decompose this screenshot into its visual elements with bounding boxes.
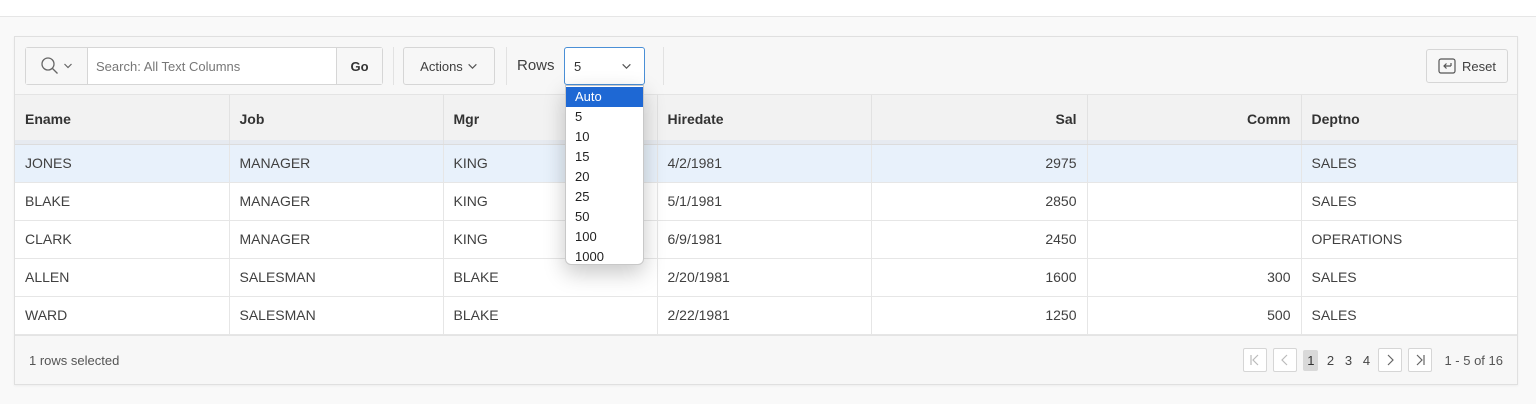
table-row[interactable]: JONES MANAGER KING 4/2/1981 2975 SALES: [15, 144, 1517, 183]
rows-per-page-select[interactable]: 5: [564, 47, 645, 85]
table-row[interactable]: WARD SALESMAN BLAKE 2/22/1981 1250 500 S…: [15, 296, 1517, 335]
cell-comm: [1087, 144, 1302, 183]
cell-job: MANAGER: [229, 182, 444, 221]
reset-button[interactable]: Reset: [1426, 49, 1508, 83]
cell-ename: WARD: [15, 296, 230, 335]
rows-option[interactable]: 1000: [566, 247, 643, 267]
cell-comm: [1087, 182, 1302, 221]
cell-sal: 1250: [871, 296, 1088, 335]
chevron-down-icon: [64, 63, 72, 69]
rows-label: Rows: [517, 57, 555, 74]
pagination: 1 2 3 4 1 - 5 of 16: [1243, 348, 1503, 372]
cell-deptno: SALES: [1301, 144, 1517, 183]
cell-deptno: OPERATIONS: [1301, 220, 1517, 259]
search-column-selector[interactable]: [26, 48, 88, 84]
header-row: Ename Job Mgr Hiredate Sal Comm Deptno: [15, 95, 1517, 145]
report-toolbar: Go Actions Rows 5 Reset: [15, 37, 1517, 95]
rows-option[interactable]: 15: [566, 147, 643, 167]
cell-ename: ALLEN: [15, 258, 230, 297]
rows-option[interactable]: 50: [566, 207, 643, 227]
rows-option[interactable]: 20: [566, 167, 643, 187]
toolbar-divider: [393, 47, 394, 85]
first-page-icon: [1250, 354, 1259, 366]
cell-deptno: SALES: [1301, 258, 1517, 297]
table-row[interactable]: CLARK MANAGER KING 6/9/1981 2450 OPERATI…: [15, 220, 1517, 259]
chevron-right-icon: [1388, 354, 1395, 366]
cell-sal: 2850: [871, 182, 1088, 221]
column-header-sal[interactable]: Sal: [871, 95, 1088, 145]
rows-option[interactable]: 25: [566, 187, 643, 207]
chevron-left-icon: [1281, 354, 1288, 366]
cell-comm: 300: [1087, 258, 1302, 297]
cell-sal: 2975: [871, 144, 1088, 183]
page-link[interactable]: 3: [1342, 353, 1354, 368]
interactive-report-region: Go Actions Rows 5 Reset: [14, 36, 1518, 385]
cell-deptno: SALES: [1301, 296, 1517, 335]
cell-ename: BLAKE: [15, 182, 230, 221]
cell-ename: CLARK: [15, 220, 230, 259]
cell-hiredate: 5/1/1981: [657, 182, 872, 221]
column-header-hiredate[interactable]: Hiredate: [657, 95, 872, 145]
cell-sal: 2450: [871, 220, 1088, 259]
last-page-button[interactable]: [1408, 348, 1433, 372]
report-table: Ename Job Mgr Hiredate Sal Comm Deptno J…: [15, 95, 1517, 335]
previous-page-button[interactable]: [1273, 348, 1298, 372]
cell-job: MANAGER: [229, 220, 444, 259]
chevron-down-icon: [622, 63, 631, 69]
rows-option[interactable]: 10: [566, 127, 643, 147]
cell-mgr: BLAKE: [443, 296, 658, 335]
page-link[interactable]: 2: [1324, 353, 1336, 368]
cell-comm: 500: [1087, 296, 1302, 335]
column-header-comm[interactable]: Comm: [1087, 95, 1302, 145]
cell-hiredate: 2/20/1981: [657, 258, 872, 297]
top-bar: [0, 0, 1536, 17]
cell-ename: JONES: [15, 144, 230, 183]
rows-option[interactable]: 100: [566, 227, 643, 247]
toolbar-divider: [663, 47, 664, 85]
table-row[interactable]: ALLEN SALESMAN BLAKE 2/20/1981 1600 300 …: [15, 258, 1517, 297]
actions-label: Actions: [420, 58, 463, 74]
rows-selected-status: 1 rows selected: [29, 353, 120, 368]
cell-deptno: SALES: [1301, 182, 1517, 221]
cell-comm: [1087, 220, 1302, 259]
next-page-button[interactable]: [1378, 348, 1403, 372]
cell-hiredate: 6/9/1981: [657, 220, 872, 259]
column-header-ename[interactable]: Ename: [15, 95, 230, 145]
last-page-icon: [1417, 354, 1426, 366]
rows-option[interactable]: Auto: [566, 87, 643, 107]
pagination-range: 1 - 5 of 16: [1444, 352, 1503, 368]
reset-label: Reset: [1462, 58, 1496, 74]
toolbar-divider: [506, 47, 507, 85]
actions-menu-button[interactable]: Actions: [403, 47, 495, 85]
cell-job: MANAGER: [229, 144, 444, 183]
page-link-current[interactable]: 1: [1303, 349, 1319, 371]
reset-arrow-icon: [1438, 58, 1456, 74]
rows-select-value: 5: [574, 58, 582, 74]
rows-option[interactable]: 5: [566, 107, 643, 127]
chevron-down-icon: [468, 63, 477, 69]
cell-job: SALESMAN: [229, 258, 444, 297]
report-footer: 1 rows selected 1 2 3 4 1 - 5 of 16: [15, 335, 1517, 384]
first-page-button[interactable]: [1243, 348, 1268, 372]
cell-sal: 1600: [871, 258, 1088, 297]
magnifier-icon: [41, 57, 58, 74]
column-header-deptno[interactable]: Deptno: [1301, 95, 1517, 145]
cell-hiredate: 4/2/1981: [657, 144, 872, 183]
search-input[interactable]: [88, 48, 336, 84]
rows-dropdown-list: Auto 5 10 15 20 25 50 100 1000: [565, 85, 644, 265]
column-header-job[interactable]: Job: [229, 95, 444, 145]
go-button[interactable]: Go: [336, 48, 382, 84]
table-row[interactable]: BLAKE MANAGER KING 5/1/1981 2850 SALES: [15, 182, 1517, 221]
page-link[interactable]: 4: [1360, 353, 1372, 368]
search-group: Go: [25, 47, 383, 85]
cell-job: SALESMAN: [229, 296, 444, 335]
cell-hiredate: 2/22/1981: [657, 296, 872, 335]
